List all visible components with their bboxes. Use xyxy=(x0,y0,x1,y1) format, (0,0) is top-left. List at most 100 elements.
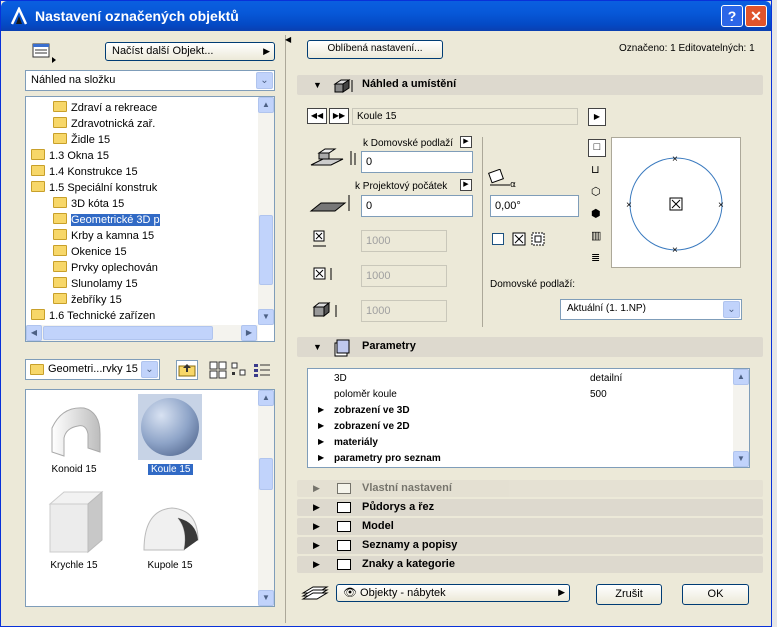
tree-item-label: Židle 15 xyxy=(71,134,111,146)
layer-select[interactable]: 👁 Objekty - nábytek ▶ xyxy=(336,584,570,602)
pane-splitter[interactable] xyxy=(285,35,288,623)
home-story-menu-icon[interactable]: ▶ xyxy=(460,136,472,148)
home-story-offset-input[interactable]: 0 xyxy=(361,151,473,173)
section-header[interactable]: ▶ Seznamy a popisy xyxy=(297,537,763,554)
scroll-thumb[interactable] xyxy=(259,215,273,285)
tree-item[interactable]: Zdraví a rekreace xyxy=(53,100,157,116)
scroll-down-icon[interactable]: ▼ xyxy=(258,590,274,606)
next-object-button[interactable]: ▶▶ xyxy=(329,108,349,124)
section-header[interactable]: ▶ Znaky a kategorie xyxy=(297,556,763,573)
hscroll-thumb[interactable] xyxy=(43,326,213,340)
view-3d-icon[interactable]: ⬡ xyxy=(591,185,601,198)
tree-item[interactable]: Zdravotnická zař. xyxy=(53,116,155,132)
collapse-triangle-icon: ▼ xyxy=(313,342,322,352)
params-scrollbar[interactable]: ▲ ▼ xyxy=(733,369,749,467)
tree-item[interactable]: +1.4 Konstrukce 15 xyxy=(31,164,138,180)
cancel-button[interactable]: Zrušit xyxy=(596,584,662,605)
tree-item[interactable]: Židle 15 xyxy=(53,132,110,148)
tree-item[interactable]: 3D kóta 15 xyxy=(53,196,124,212)
scroll-up-icon[interactable]: ▲ xyxy=(733,369,749,385)
scroll-down-icon[interactable]: ▼ xyxy=(733,451,749,467)
tree-item-label: žebříky 15 xyxy=(71,294,122,306)
arrow-right-icon: ▶ xyxy=(263,46,270,56)
tree-horizontal-scrollbar[interactable]: ◀ ▶ xyxy=(26,325,258,341)
grid-vertical-scrollbar[interactable]: ▲ ▼ xyxy=(258,390,274,606)
section-header-params[interactable]: ▼ Parametry xyxy=(297,337,763,357)
ok-button[interactable]: OK xyxy=(682,584,749,605)
scroll-down-icon[interactable]: ▼ xyxy=(258,309,274,325)
depth-icon xyxy=(313,267,332,280)
collapse-left-icon[interactable]: ◀ xyxy=(285,35,291,44)
large-icons-view-icon[interactable] xyxy=(208,360,228,380)
library-view-icon[interactable] xyxy=(32,43,56,63)
mirror-checkbox[interactable] xyxy=(492,233,504,245)
load-other-label: Načíst další Objekt... xyxy=(112,45,214,57)
tree-item[interactable]: Slunolamy 15 xyxy=(53,276,138,292)
home-floor-label: Domovské podlaží: xyxy=(490,279,576,290)
view-floor-plan-button[interactable]: □ xyxy=(588,139,606,157)
project-zero-menu-icon[interactable]: ▶ xyxy=(460,179,472,191)
dialog-title: Nastavení označených objektů xyxy=(35,8,239,24)
parameter-group[interactable]: materiály xyxy=(334,437,378,448)
tree-item-label: Geometrické 3D p xyxy=(71,214,160,226)
tree-vertical-scrollbar[interactable]: ▲ ▼ xyxy=(258,97,274,325)
folder-icon xyxy=(53,229,67,240)
expand-arrow-icon[interactable]: ▶ xyxy=(318,421,324,430)
project-zero-offset-input[interactable]: 0 xyxy=(361,195,473,217)
object-name-field: Koule 15 xyxy=(352,108,578,125)
section-header-preview[interactable]: ▼ Náhled a umístění xyxy=(297,75,763,95)
section-header[interactable]: ▶ Půdorys a řez xyxy=(297,499,763,516)
view-3d-solid-icon[interactable]: ⬢ xyxy=(591,207,601,220)
small-icons-view-icon[interactable] xyxy=(231,361,247,379)
expand-arrow-icon[interactable]: ▶ xyxy=(318,437,324,446)
placement-icon xyxy=(333,79,353,93)
tree-item[interactable]: Prvky oplechován xyxy=(53,260,158,276)
section-header[interactable]: ▶ Model xyxy=(297,518,763,535)
object-konoid[interactable]: Konoid 15 xyxy=(34,394,114,484)
prev-object-button[interactable]: ◀◀ xyxy=(307,108,327,124)
tree-item[interactable]: +1.6 Technické zařízen xyxy=(31,308,155,324)
view-section-icon[interactable]: ⊔ xyxy=(591,163,600,176)
close-button[interactable]: ✕ xyxy=(745,5,767,27)
parameter-value[interactable]: detailní xyxy=(590,373,622,384)
library-tree[interactable]: Zdraví a rekreace Zdravotnická zař. Židle … xyxy=(25,96,275,342)
parameter-group[interactable]: zobrazení ve 3D xyxy=(334,405,410,416)
load-other-object-button[interactable]: Načíst další Objekt... ▶ xyxy=(105,42,275,61)
home-floor-select[interactable]: Aktuální (1. 1.NP) ⌄ xyxy=(560,299,742,320)
expand-arrow-icon[interactable]: ▶ xyxy=(318,405,324,414)
object-name-arrow-button[interactable]: ▶ xyxy=(588,108,606,126)
view-elevation-icon[interactable]: ▥ xyxy=(591,229,601,242)
dialog-window: Nastavení označených objektů ? ✕ Načíst … xyxy=(0,0,772,627)
scroll-right-icon[interactable]: ▶ xyxy=(241,325,257,341)
object-krychle[interactable]: Krychle 15 xyxy=(34,490,114,580)
parameter-group[interactable]: zobrazení ve 2D xyxy=(334,421,410,432)
scroll-left-icon[interactable]: ◀ xyxy=(26,325,42,341)
tree-item[interactable]: žebříky 15 xyxy=(53,292,122,308)
rotation-angle-icon: α xyxy=(488,169,516,189)
parameter-value[interactable]: 500 xyxy=(590,389,607,400)
scroll-thumb[interactable] xyxy=(259,458,273,490)
tree-item[interactable]: Okenice 15 xyxy=(53,244,127,260)
parameters-list[interactable]: 3D detailní poloměr koule 500 ▶ zobrazení ve … xyxy=(307,368,750,468)
folder-up-icon[interactable] xyxy=(176,360,198,380)
parameter-group[interactable]: parametry pro seznam xyxy=(334,453,441,464)
list-view-icon[interactable] xyxy=(253,361,271,379)
rotation-angle-input[interactable]: 0,00° xyxy=(490,195,579,217)
tree-item[interactable]: 1.3 Okna 15 xyxy=(31,148,109,164)
view-mode-select[interactable]: Náhled na složku ⌄ xyxy=(25,70,275,91)
scroll-up-icon[interactable]: ▲ xyxy=(258,97,274,113)
view-list-icon[interactable]: ≣ xyxy=(591,251,600,264)
expand-arrow-icon[interactable]: ▶ xyxy=(318,453,324,462)
svg-text:×: × xyxy=(718,200,724,211)
favorites-button[interactable]: Oblíbená nastavení... xyxy=(307,40,443,59)
object-koule[interactable]: Koule 15 xyxy=(130,394,210,484)
help-button[interactable]: ? xyxy=(721,5,743,27)
object-preview-grid[interactable]: Konoid 15 Koule 15 Krychle 15 Kupole 15 … xyxy=(25,389,275,607)
tree-item[interactable]: Geometrické 3D p xyxy=(53,212,160,228)
folder-select[interactable]: Geometri...rvky 15 ⌄ xyxy=(25,359,160,380)
tree-item[interactable]: Krby a kamna 15 xyxy=(53,228,154,244)
object-kupole[interactable]: Kupole 15 xyxy=(130,490,210,580)
layer-value: Objekty - nábytek xyxy=(360,587,446,599)
tree-item[interactable]: −1.5 Speciální konstruk xyxy=(31,180,157,196)
scroll-up-icon[interactable]: ▲ xyxy=(258,390,274,406)
